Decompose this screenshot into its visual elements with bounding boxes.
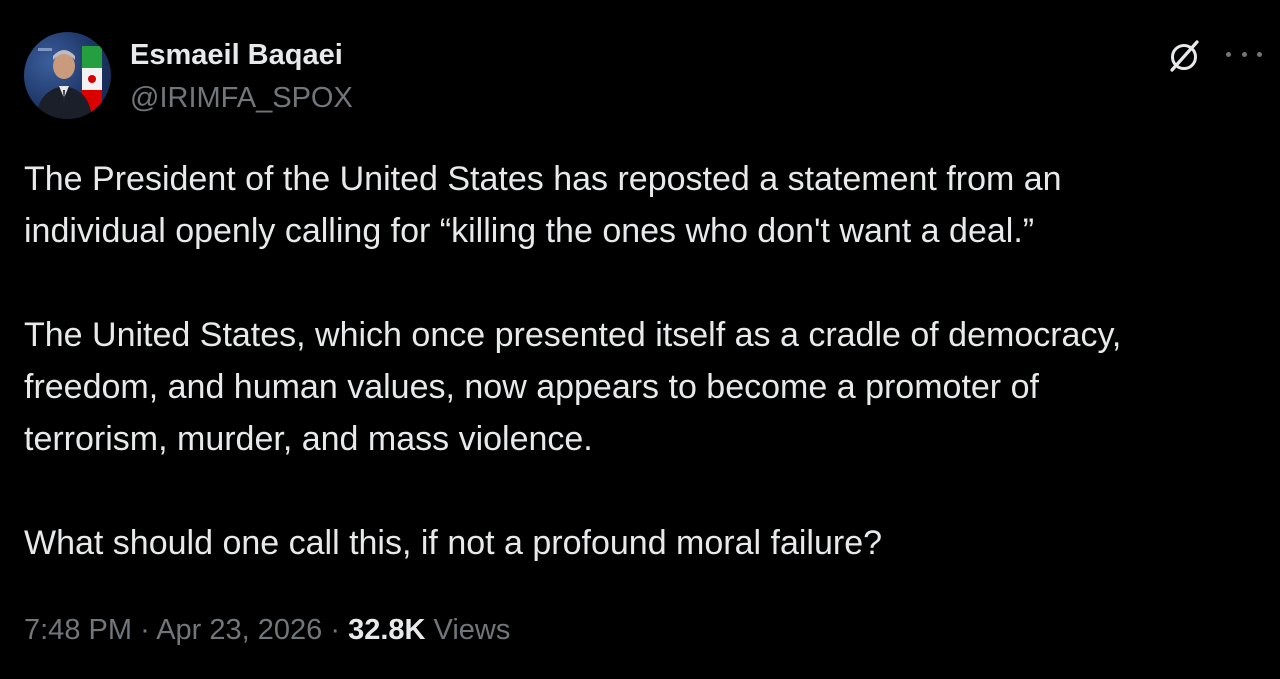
post-line: What should one call this, if not a prof… bbox=[24, 524, 883, 562]
more-dot bbox=[1241, 51, 1247, 57]
post-line: freedom, and human values, now appears t… bbox=[24, 368, 1039, 406]
views-label: Views bbox=[433, 614, 511, 646]
post-date[interactable]: Apr 23, 2026 bbox=[156, 614, 322, 646]
avatar[interactable] bbox=[24, 32, 111, 119]
author-name[interactable]: Esmaeil Baqaei bbox=[130, 38, 343, 72]
more-dot bbox=[1226, 51, 1231, 57]
more-dot bbox=[1257, 51, 1262, 57]
post-time[interactable]: 7:48 PM bbox=[24, 614, 132, 646]
post-paragraph: The United States, which once presented … bbox=[24, 309, 1274, 465]
meta-separator: · bbox=[330, 614, 341, 646]
post-line: individual openly calling for “killing t… bbox=[24, 212, 1035, 250]
post-paragraph: What should one call this, if not a prof… bbox=[24, 517, 1274, 569]
meta-separator: · bbox=[140, 614, 150, 646]
tweet-card: Esmaeil Baqaei @IRIMFA_SPOX The Presiden… bbox=[0, 0, 1280, 679]
post-metadata: 7:48 PM · Apr 23, 2026 · 32.8K Views bbox=[24, 612, 510, 648]
author-handle[interactable]: @IRIMFA_SPOX bbox=[130, 81, 353, 115]
post-line: terrorism, murder, and mass violence. bbox=[24, 420, 593, 458]
more-options-icon[interactable] bbox=[1226, 40, 1262, 68]
post-paragraph: The President of the United States has r… bbox=[24, 153, 1274, 257]
avatar-image bbox=[36, 46, 102, 119]
views-count: 32.8K bbox=[348, 614, 426, 646]
post-text: The President of the United States has r… bbox=[24, 153, 1274, 569]
post-line: The United States, which once presented … bbox=[24, 316, 1122, 354]
grok-icon[interactable] bbox=[1164, 36, 1204, 76]
post-line: The President of the United States has r… bbox=[24, 160, 1062, 198]
